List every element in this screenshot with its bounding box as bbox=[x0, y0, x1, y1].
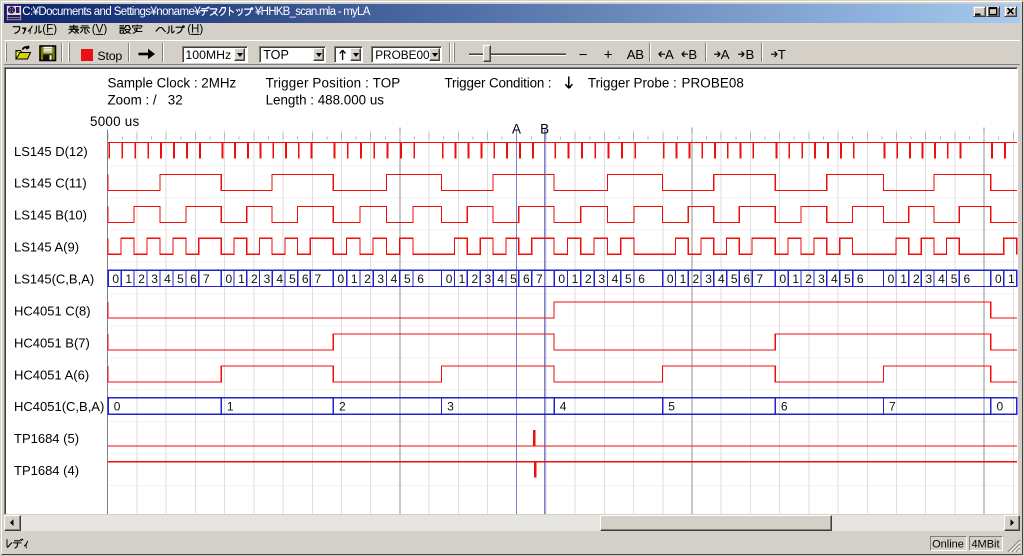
svg-text:5: 5 bbox=[510, 272, 517, 286]
svg-text:3: 3 bbox=[705, 272, 712, 286]
svg-text:0: 0 bbox=[667, 272, 674, 286]
svg-text:Length : 488.000 us: Length : 488.000 us bbox=[266, 93, 385, 108]
svg-text:0: 0 bbox=[112, 272, 119, 286]
svg-text:3: 3 bbox=[151, 272, 158, 286]
svg-text:TP1684 (4): TP1684 (4) bbox=[14, 463, 79, 478]
svg-text:4: 4 bbox=[718, 272, 725, 286]
svg-text:3: 3 bbox=[818, 272, 825, 286]
svg-text:0: 0 bbox=[446, 272, 453, 286]
svg-text:TP1684 (5): TP1684 (5) bbox=[14, 431, 79, 446]
svg-text:0: 0 bbox=[779, 272, 786, 286]
svg-text:5: 5 bbox=[404, 272, 411, 286]
svg-text:HC4051 B(7): HC4051 B(7) bbox=[14, 335, 90, 350]
svg-text:5: 5 bbox=[844, 272, 851, 286]
svg-text:5000 us: 5000 us bbox=[90, 114, 139, 129]
svg-text:3: 3 bbox=[377, 272, 384, 286]
svg-text:7: 7 bbox=[536, 272, 543, 286]
svg-text:7: 7 bbox=[756, 272, 763, 286]
svg-text:Trigger Probe :: Trigger Probe : bbox=[588, 76, 677, 91]
svg-text:0: 0 bbox=[888, 272, 895, 286]
svg-text:6: 6 bbox=[781, 400, 788, 414]
svg-text:2: 2 bbox=[692, 272, 699, 286]
svg-text:4: 4 bbox=[497, 272, 504, 286]
svg-text:LS145 C(11): LS145 C(11) bbox=[14, 176, 87, 191]
svg-text:1: 1 bbox=[1008, 272, 1015, 286]
svg-text:4: 4 bbox=[831, 272, 838, 286]
svg-text:Zoom : / 32: Zoom : / 32 bbox=[108, 93, 183, 108]
svg-text:6: 6 bbox=[417, 272, 424, 286]
svg-text:C:¥Documents and Settings¥nona: C:¥Documents and Settings¥noname¥ bbox=[22, 6, 201, 18]
svg-text:5: 5 bbox=[668, 400, 675, 414]
svg-text:0: 0 bbox=[225, 272, 232, 286]
svg-text:6: 6 bbox=[190, 272, 197, 286]
svg-text:3: 3 bbox=[926, 272, 933, 286]
svg-text:7: 7 bbox=[315, 272, 322, 286]
svg-text:2: 2 bbox=[339, 400, 346, 414]
svg-text:2: 2 bbox=[913, 272, 920, 286]
svg-text:0: 0 bbox=[114, 400, 121, 414]
svg-text:1: 1 bbox=[680, 272, 687, 286]
svg-text:2: 2 bbox=[138, 272, 145, 286]
svg-text:6: 6 bbox=[302, 272, 309, 286]
svg-text:HC4051 A(6): HC4051 A(6) bbox=[14, 367, 89, 382]
svg-text:¥HHKB_scan.mla - myLA: ¥HHKB_scan.mla - myLA bbox=[254, 6, 371, 18]
svg-text:1: 1 bbox=[572, 272, 579, 286]
svg-text:4: 4 bbox=[938, 272, 945, 286]
svg-text:1: 1 bbox=[125, 272, 132, 286]
svg-text:3: 3 bbox=[598, 272, 605, 286]
svg-text:A: A bbox=[512, 121, 521, 136]
svg-text:6: 6 bbox=[857, 272, 864, 286]
svg-text:LS145 B(10): LS145 B(10) bbox=[14, 208, 87, 223]
svg-text:7: 7 bbox=[203, 272, 210, 286]
svg-text:4: 4 bbox=[560, 400, 567, 414]
svg-text:LS145(C,B,A): LS145(C,B,A) bbox=[14, 272, 94, 287]
svg-text:4: 4 bbox=[164, 272, 171, 286]
svg-text:4: 4 bbox=[276, 272, 283, 286]
svg-text:4: 4 bbox=[391, 272, 398, 286]
svg-text:3: 3 bbox=[484, 272, 491, 286]
svg-text:B: B bbox=[540, 121, 549, 136]
svg-text:2: 2 bbox=[472, 272, 479, 286]
svg-text:1: 1 bbox=[792, 272, 799, 286]
svg-text:2: 2 bbox=[805, 272, 812, 286]
svg-text:PROBE08: PROBE08 bbox=[682, 76, 744, 91]
svg-text:2: 2 bbox=[364, 272, 371, 286]
svg-text:Sample Clock : 2MHz: Sample Clock : 2MHz bbox=[108, 76, 237, 91]
svg-text:HC4051 C(8): HC4051 C(8) bbox=[14, 303, 91, 318]
svg-text:1: 1 bbox=[238, 272, 245, 286]
svg-text:1: 1 bbox=[900, 272, 907, 286]
svg-text:3: 3 bbox=[447, 400, 454, 414]
svg-text:5: 5 bbox=[951, 272, 958, 286]
svg-text:1: 1 bbox=[351, 272, 358, 286]
svg-text:HC4051(C,B,A): HC4051(C,B,A) bbox=[14, 399, 104, 414]
svg-text:6: 6 bbox=[963, 272, 970, 286]
svg-text:0: 0 bbox=[338, 272, 345, 286]
svg-text:5: 5 bbox=[289, 272, 296, 286]
svg-text:5: 5 bbox=[731, 272, 738, 286]
svg-text:2: 2 bbox=[251, 272, 258, 286]
svg-text:0: 0 bbox=[996, 400, 1003, 414]
svg-text:5: 5 bbox=[177, 272, 184, 286]
svg-text:Trigger Condition :: Trigger Condition : bbox=[445, 76, 552, 91]
svg-text:5: 5 bbox=[625, 272, 632, 286]
svg-text:6: 6 bbox=[523, 272, 530, 286]
svg-text:2: 2 bbox=[585, 272, 592, 286]
svg-text:0: 0 bbox=[558, 272, 565, 286]
svg-text:7: 7 bbox=[889, 400, 896, 414]
svg-text:Trigger Position : TOP: Trigger Position : TOP bbox=[266, 76, 401, 91]
svg-text:LS145 A(9): LS145 A(9) bbox=[14, 240, 79, 255]
svg-text:4: 4 bbox=[612, 272, 619, 286]
svg-text:6: 6 bbox=[638, 272, 645, 286]
svg-text:1: 1 bbox=[459, 272, 466, 286]
svg-text:6: 6 bbox=[744, 272, 751, 286]
svg-text:LS145 D(12): LS145 D(12) bbox=[14, 144, 88, 159]
svg-text:1: 1 bbox=[227, 400, 234, 414]
svg-text:3: 3 bbox=[264, 272, 271, 286]
svg-text:0: 0 bbox=[995, 272, 1002, 286]
